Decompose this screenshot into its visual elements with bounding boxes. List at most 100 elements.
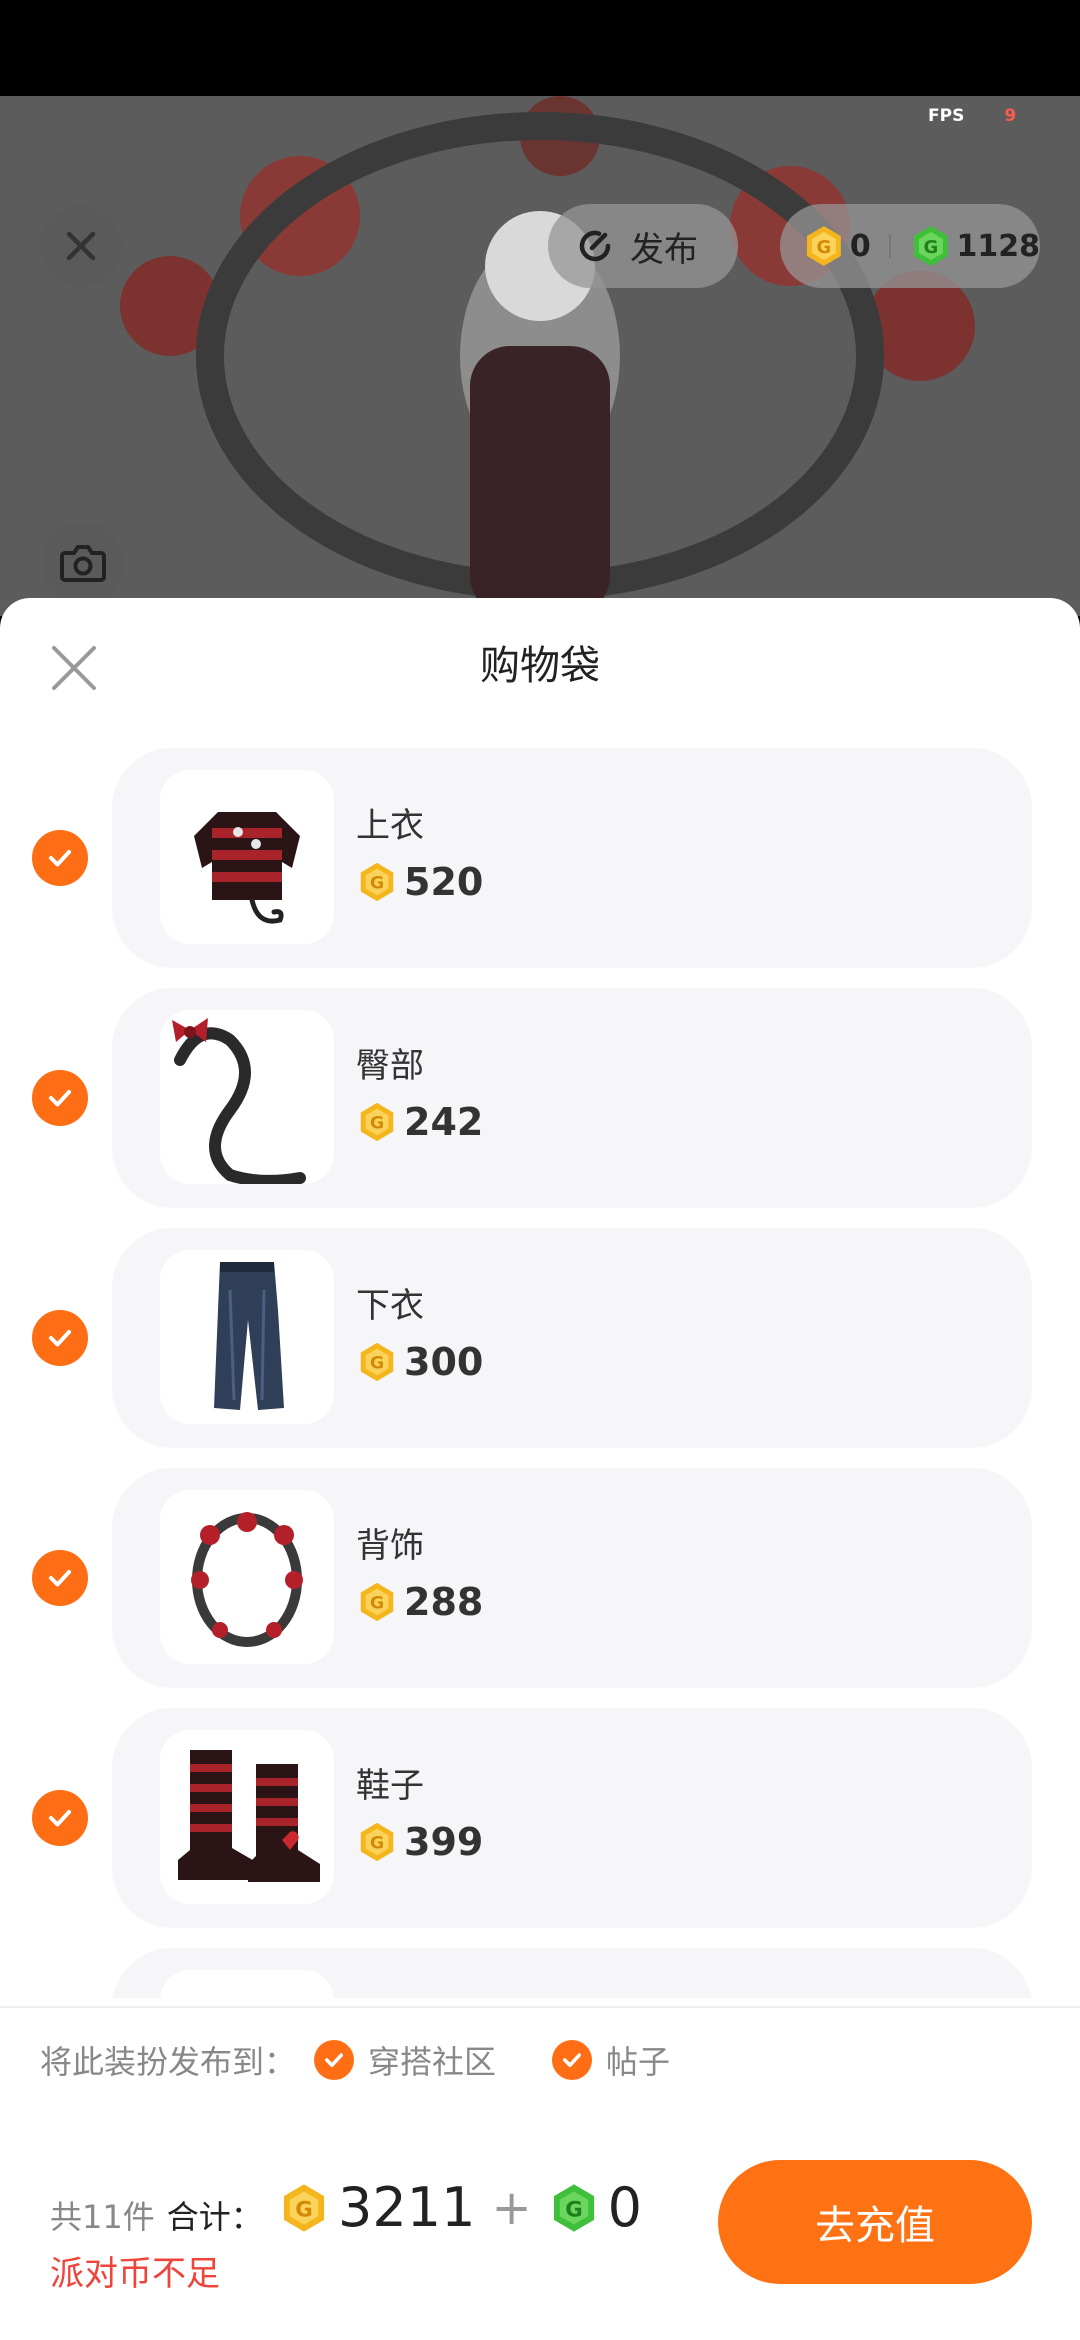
close-scene-button[interactable] xyxy=(40,205,122,287)
publish-label: 发布 xyxy=(630,229,698,270)
item-price: G 520 xyxy=(356,860,483,904)
divider xyxy=(888,234,891,258)
item-price-value: 242 xyxy=(404,1100,484,1144)
checkout-footer: 共11件 合计： G 3211 + G 0 派对币不足 去充值 xyxy=(0,2112,1080,2340)
check-icon xyxy=(49,1090,71,1107)
item-card[interactable]: 上衣 G 520 xyxy=(112,748,1032,968)
item-thumbnail xyxy=(160,770,334,944)
item-checkbox[interactable] xyxy=(32,1790,88,1846)
item-name: 下衣 xyxy=(356,1286,424,1326)
publish-targets-label: 将此装扮发布到： xyxy=(40,2043,297,2081)
gold-coin-icon: G xyxy=(360,1342,394,1382)
item-count-label: 共11件 xyxy=(50,2198,155,2236)
insufficient-balance-warning: 派对币不足 xyxy=(50,2254,220,2294)
status-bar xyxy=(0,0,1080,96)
check-icon xyxy=(49,1330,71,1347)
option-label: 帖子 xyxy=(606,2043,671,2081)
item-thumbnail xyxy=(160,1250,334,1424)
green-coin-icon: G xyxy=(913,226,948,266)
item-price: G 300 xyxy=(356,1340,483,1384)
striped-boots-icon xyxy=(178,1750,320,1882)
svg-text:G: G xyxy=(923,237,938,258)
item-checkbox[interactable] xyxy=(32,830,88,886)
cart-item: 左手 xyxy=(0,1948,1080,1998)
gold-coin-balance: 0 xyxy=(849,228,871,264)
fps-indicator: FPS 9 xyxy=(928,106,1016,126)
item-card[interactable]: 下衣 G 300 xyxy=(112,1228,1032,1448)
check-icon xyxy=(563,2053,582,2067)
shopping-bag-sheet: 购物袋 上衣 G 520 臀部 G 242 下衣 G 300 背饰 G 288 … xyxy=(0,598,1080,2340)
publish-icon xyxy=(579,230,611,262)
gold-coin-icon: G xyxy=(360,1102,394,1142)
publish-option-post[interactable]: 帖子 xyxy=(552,2037,670,2083)
camera-icon xyxy=(60,545,106,582)
item-thumbnail xyxy=(160,1730,334,1904)
avatar-preview-image xyxy=(0,96,1080,616)
recharge-button[interactable]: 去充值 xyxy=(718,2160,1032,2284)
cart-item: 臀部 G 242 xyxy=(0,988,1080,1208)
svg-text:G: G xyxy=(817,237,832,258)
item-price-value: 300 xyxy=(404,1340,484,1384)
item-thumbnail xyxy=(160,1490,334,1664)
gold-coin-icon: G xyxy=(283,2183,325,2232)
sheet-title: 购物袋 xyxy=(480,643,600,689)
item-price-value: 288 xyxy=(404,1580,484,1624)
item-price: G 288 xyxy=(356,1580,483,1624)
item-thumbnail xyxy=(160,1010,334,1184)
item-card[interactable]: 鞋子 G 399 xyxy=(112,1708,1032,1928)
option-checkbox[interactable] xyxy=(552,2040,593,2080)
item-name: 上衣 xyxy=(356,806,424,846)
denim-jeans-icon xyxy=(214,1262,284,1410)
publish-option-community[interactable]: 穿搭社区 xyxy=(314,2037,496,2083)
currency-balance[interactable]: G 0 G 1128 xyxy=(780,204,1040,288)
fps-label: FPS xyxy=(928,106,965,126)
cart-item-list[interactable]: 上衣 G 520 臀部 G 242 下衣 G 300 背饰 G 288 鞋子 G… xyxy=(0,748,1080,1998)
svg-text:G: G xyxy=(370,1354,384,1374)
gold-coin-icon: G xyxy=(360,862,394,902)
item-card[interactable]: 背饰 G 288 xyxy=(112,1468,1032,1688)
option-checkbox[interactable] xyxy=(314,2040,355,2080)
item-price: G 399 xyxy=(356,1820,483,1864)
item-price-value: 399 xyxy=(404,1820,484,1864)
rose-wreath-icon xyxy=(191,1512,303,1647)
item-name: 臀部 xyxy=(356,1046,424,1086)
red-black-sweater-icon xyxy=(194,812,300,924)
option-label: 穿搭社区 xyxy=(368,2043,497,2081)
camera-button[interactable] xyxy=(42,522,124,604)
publish-button[interactable]: 发布 xyxy=(548,204,738,288)
total-sum: G 3211 + G 0 xyxy=(278,2176,642,2239)
item-count: 共11件 合计： xyxy=(50,2192,263,2238)
item-name: 鞋子 xyxy=(356,1766,424,1806)
gold-coin-icon: G xyxy=(806,226,841,266)
black-tail-with-bow-icon xyxy=(172,1018,306,1184)
item-checkbox[interactable] xyxy=(32,1310,88,1366)
plus-sign: + xyxy=(491,2179,532,2236)
green-coin-icon: G xyxy=(553,2183,594,2232)
green-coin-balance: 1128 xyxy=(956,228,1040,264)
svg-text:G: G xyxy=(370,1834,384,1854)
check-icon xyxy=(49,850,71,867)
gold-total-value: 3211 xyxy=(338,2176,476,2239)
check-icon xyxy=(49,1570,71,1587)
item-price: G 242 xyxy=(356,1100,483,1144)
svg-text:G: G xyxy=(370,874,384,894)
avatar-scene xyxy=(0,96,1080,616)
cart-item: 鞋子 G 399 xyxy=(0,1708,1080,1928)
publish-targets: 将此装扮发布到： 穿搭社区 帖子 xyxy=(0,2006,1080,2114)
item-card[interactable]: 臀部 G 242 xyxy=(112,988,1032,1208)
svg-text:G: G xyxy=(370,1594,384,1614)
cart-item: 下衣 G 300 xyxy=(0,1228,1080,1448)
item-card[interactable]: 左手 xyxy=(112,1948,1032,1998)
item-checkbox[interactable] xyxy=(32,1550,88,1606)
gold-coin-icon: G xyxy=(360,1582,394,1622)
item-price-value: 520 xyxy=(404,860,484,904)
item-checkbox[interactable] xyxy=(32,1070,88,1126)
cart-item: 上衣 G 520 xyxy=(0,748,1080,968)
close-icon xyxy=(66,231,96,261)
item-name: 背饰 xyxy=(356,1526,424,1566)
gold-coin-icon: G xyxy=(360,1822,394,1862)
check-icon xyxy=(325,2053,344,2067)
check-icon xyxy=(49,1810,71,1827)
item-thumbnail xyxy=(160,1970,334,1998)
total-label: 合计： xyxy=(166,2198,263,2236)
